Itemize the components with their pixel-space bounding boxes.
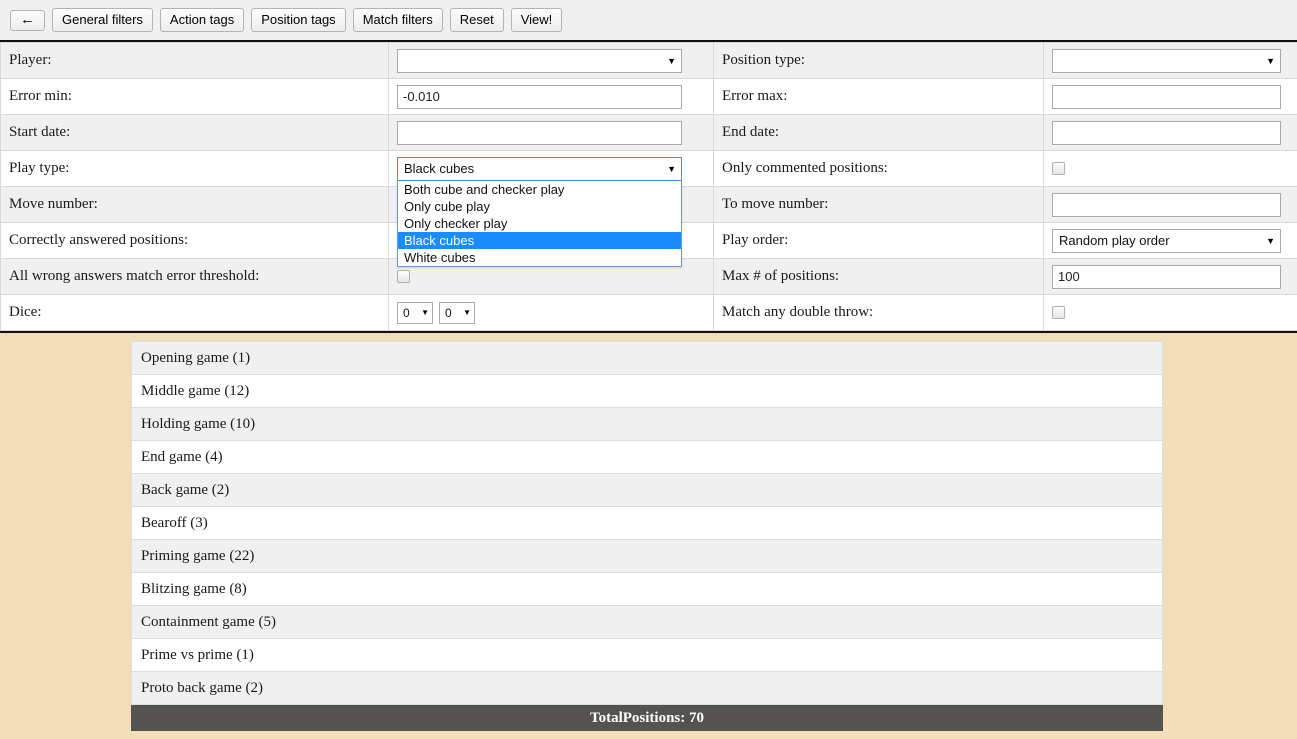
position-tag-row[interactable]: Opening game (1) bbox=[132, 342, 1162, 375]
start-date-input[interactable] bbox=[397, 120, 682, 145]
position-tag-row[interactable]: Bearoff (3) bbox=[132, 507, 1162, 540]
dice-label: Dice: bbox=[0, 294, 389, 331]
position-tag-row[interactable]: Priming game (22) bbox=[132, 540, 1162, 573]
back-button[interactable]: ← bbox=[10, 9, 45, 31]
player-label: Player: bbox=[0, 42, 389, 79]
position-tag-list: Opening game (1) Middle game (12) Holding … bbox=[131, 341, 1163, 705]
chevron-down-icon: ▼ bbox=[1266, 55, 1275, 66]
error-min-control-cell bbox=[388, 78, 714, 115]
to-move-number-control-cell bbox=[1043, 186, 1297, 223]
start-date-control-cell bbox=[388, 114, 714, 151]
position-type-label: Position type: bbox=[713, 42, 1044, 79]
position-tag-row[interactable]: Back game (2) bbox=[132, 474, 1162, 507]
dice-second-select[interactable]: 0 ▼ bbox=[439, 301, 475, 324]
start-date-label: Start date: bbox=[0, 114, 389, 151]
to-move-number-label: To move number: bbox=[713, 186, 1044, 223]
error-max-control-cell bbox=[1043, 78, 1297, 115]
play-type-label: Play type: bbox=[0, 150, 389, 187]
match-filters-button[interactable]: Match filters bbox=[352, 8, 443, 32]
all-wrong-answers-checkbox[interactable] bbox=[397, 270, 410, 284]
play-type-option[interactable]: Black cubes bbox=[398, 231, 681, 249]
view-button[interactable]: View! bbox=[510, 8, 563, 32]
match-any-double-throw-label: Match any double throw: bbox=[713, 294, 1044, 331]
player-select[interactable]: ▼ bbox=[397, 48, 682, 73]
play-type-option[interactable]: Only cube play bbox=[398, 198, 681, 215]
position-tag-row[interactable]: Blitzing game (8) bbox=[132, 573, 1162, 606]
player-control-cell: ▼ bbox=[388, 42, 714, 79]
position-type-control-cell: ▼ bbox=[1043, 42, 1297, 79]
end-date-control-cell bbox=[1043, 114, 1297, 151]
max-positions-label: Max # of positions: bbox=[713, 258, 1044, 295]
chevron-down-icon: ▼ bbox=[1266, 235, 1275, 246]
play-type-dropdown-list[interactable]: Both cube and checker play Only cube play… bbox=[397, 180, 682, 267]
play-order-label: Play order: bbox=[713, 222, 1044, 259]
play-type-option[interactable]: Only checker play bbox=[398, 215, 681, 232]
filter-row-start-date: Start date: End date: bbox=[0, 114, 1297, 151]
position-tag-row[interactable]: Middle game (12) bbox=[132, 375, 1162, 408]
error-max-input[interactable] bbox=[1052, 84, 1281, 109]
position-type-select[interactable]: ▼ bbox=[1052, 48, 1281, 73]
play-type-option[interactable]: Both cube and checker play bbox=[398, 181, 681, 198]
position-tag-row[interactable]: End game (4) bbox=[132, 441, 1162, 474]
filters-panel: Player: ▼ Position type: ▼ Error min: Er… bbox=[0, 42, 1297, 333]
error-max-label: Error max: bbox=[713, 78, 1044, 115]
filter-row-dice: Dice: 0 ▼ 0 ▼ Match any double throw: bbox=[0, 294, 1297, 331]
play-type-select[interactable]: Black cubes ▼ bbox=[397, 156, 682, 181]
total-positions-bar: TotalPositions: 70 bbox=[131, 705, 1163, 731]
correctly-answered-positions-label: Correctly answered positions: bbox=[0, 222, 389, 259]
match-any-double-throw-checkbox[interactable] bbox=[1052, 306, 1065, 320]
play-type-combobox: Black cubes ▼ Both cube and checker play… bbox=[397, 156, 705, 267]
left-arrow-icon: ← bbox=[20, 10, 35, 28]
end-date-input[interactable] bbox=[1052, 120, 1281, 145]
play-order-select[interactable]: Random play order ▼ bbox=[1052, 228, 1281, 253]
total-bar-wrap: TotalPositions: 70 bbox=[131, 705, 1163, 731]
position-tag-row[interactable]: Containment game (5) bbox=[132, 606, 1162, 639]
end-date-label: End date: bbox=[713, 114, 1044, 151]
filter-row-play-type: Play type: Black cubes ▼ Both cube and c… bbox=[0, 150, 1297, 267]
move-number-label: Move number: bbox=[0, 186, 389, 223]
action-tags-button[interactable]: Action tags bbox=[159, 8, 245, 32]
chevron-down-icon: ▼ bbox=[667, 55, 676, 66]
dice-first-select[interactable]: 0 ▼ bbox=[397, 301, 433, 324]
only-commented-positions-checkbox[interactable] bbox=[1052, 162, 1065, 176]
all-wrong-answers-label: All wrong answers match error threshold: bbox=[0, 258, 389, 295]
error-min-input[interactable] bbox=[397, 84, 682, 109]
position-tag-row[interactable]: Prime vs prime (1) bbox=[132, 639, 1162, 672]
chevron-down-icon: ▼ bbox=[667, 163, 676, 174]
position-tags-area: Opening game (1) Middle game (12) Holding … bbox=[0, 333, 1297, 731]
max-positions-input[interactable] bbox=[1052, 264, 1281, 289]
to-move-number-input[interactable] bbox=[1052, 192, 1281, 217]
play-order-control-cell: Random play order ▼ bbox=[1043, 222, 1297, 259]
general-filters-button[interactable]: General filters bbox=[52, 8, 153, 32]
position-tag-row[interactable]: Holding game (10) bbox=[132, 408, 1162, 441]
only-commented-positions-cell bbox=[1043, 150, 1297, 187]
only-commented-positions-label: Only commented positions: bbox=[713, 150, 1044, 187]
filters-table: Player: ▼ Position type: ▼ Error min: Er… bbox=[0, 42, 1297, 331]
filter-row-player: Player: ▼ Position type: ▼ bbox=[0, 42, 1297, 79]
position-tags-button[interactable]: Position tags bbox=[251, 8, 346, 32]
chevron-down-icon: ▼ bbox=[421, 308, 429, 317]
max-positions-control-cell bbox=[1043, 258, 1297, 295]
filter-row-error-min: Error min: Error max: bbox=[0, 78, 1297, 115]
error-min-label: Error min: bbox=[0, 78, 389, 115]
match-any-double-throw-cell bbox=[1043, 294, 1297, 331]
dice-control-cell: 0 ▼ 0 ▼ bbox=[388, 294, 714, 331]
top-toolbar: ← General filters Action tags Position t… bbox=[0, 0, 1297, 42]
position-tag-row[interactable]: Proto back game (2) bbox=[132, 672, 1162, 705]
play-type-option[interactable]: White cubes bbox=[398, 249, 681, 266]
chevron-down-icon: ▼ bbox=[463, 308, 471, 317]
dice-selectors: 0 ▼ 0 ▼ bbox=[397, 301, 705, 324]
reset-button[interactable]: Reset bbox=[449, 8, 504, 32]
play-type-control-cell: Black cubes ▼ Both cube and checker play… bbox=[388, 150, 714, 267]
